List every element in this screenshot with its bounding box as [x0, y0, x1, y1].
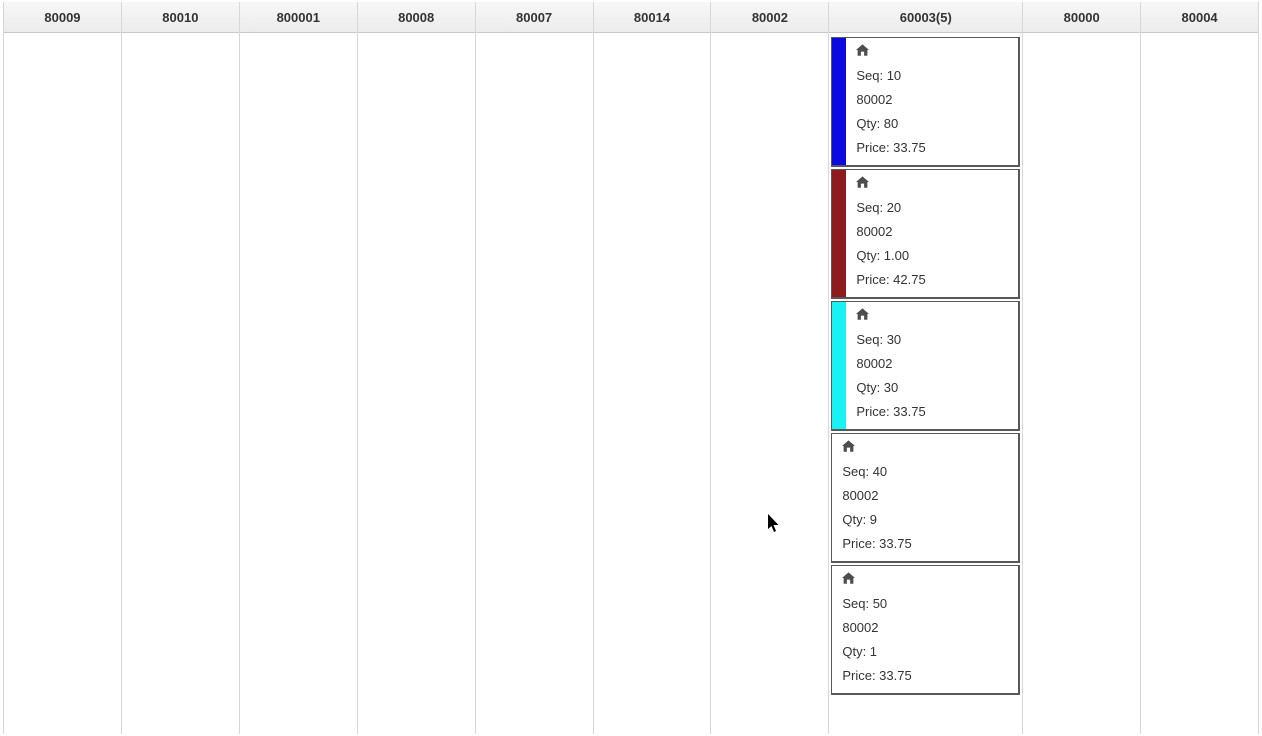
- column-body: [1141, 33, 1258, 734]
- card-content: Seq: 40 80002 Qty: 9 Price: 33.75: [832, 434, 1018, 561]
- card-icon-row: [856, 44, 1008, 60]
- card-icon-row: [856, 308, 1008, 324]
- card-qty: Qty: 9: [842, 512, 1008, 528]
- card-content: Seq: 20 80002 Qty: 1.00 Price: 42.75: [846, 170, 1018, 297]
- card-seq: Seq: 10: [856, 68, 1008, 84]
- card-icon-row: [842, 440, 1008, 456]
- card-price: Price: 33.75: [842, 536, 1008, 552]
- column-header[interactable]: 800001: [240, 2, 357, 33]
- card-price: Price: 33.75: [856, 404, 1008, 420]
- card[interactable]: Seq: 30 80002 Qty: 30 Price: 33.75: [831, 301, 1020, 431]
- column-col3: 80008: [358, 2, 476, 734]
- card-price: Price: 33.75: [856, 140, 1008, 156]
- card-content: Seq: 50 80002 Qty: 1 Price: 33.75: [832, 566, 1018, 693]
- card-seq: Seq: 20: [856, 200, 1008, 216]
- column-body: [358, 33, 475, 734]
- column-col7: 60003(5)Seq: 1080002Qty: 80Price: 33.75S…: [829, 2, 1023, 734]
- card-price: Price: 42.75: [856, 272, 1008, 288]
- card-seq: Seq: 30: [856, 332, 1008, 348]
- column-body: [240, 33, 357, 734]
- card-content: Seq: 10 80002 Qty: 80 Price: 33.75: [846, 38, 1018, 165]
- card-price: Price: 33.75: [842, 668, 1008, 684]
- card-code: 80002: [842, 620, 1008, 636]
- column-col4: 80007: [476, 2, 594, 734]
- card[interactable]: Seq: 20 80002 Qty: 1.00 Price: 42.75: [831, 169, 1020, 299]
- column-body: [594, 33, 711, 734]
- card-color-stripe: [832, 170, 846, 297]
- column-body: [1023, 33, 1140, 734]
- card-code: 80002: [856, 92, 1008, 108]
- column-col0: 80009: [3, 2, 122, 734]
- card-color-stripe: [832, 38, 846, 165]
- column-header[interactable]: 80010: [122, 2, 239, 33]
- column-body: [711, 33, 828, 734]
- column-header[interactable]: 80004: [1141, 2, 1258, 33]
- column-col5: 80014: [594, 2, 712, 734]
- column-header[interactable]: 60003(5): [829, 2, 1022, 33]
- card-code: 80002: [856, 356, 1008, 372]
- home-icon: [842, 440, 855, 454]
- column-header[interactable]: 80000: [1023, 2, 1140, 33]
- card[interactable]: Seq: 50 80002 Qty: 1 Price: 33.75: [831, 565, 1020, 695]
- card-qty: Qty: 80: [856, 116, 1008, 132]
- card-qty: Qty: 1: [842, 644, 1008, 660]
- card-qty: Qty: 1.00: [856, 248, 1008, 264]
- column-header[interactable]: 80007: [476, 2, 593, 33]
- column-header[interactable]: 80014: [594, 2, 711, 33]
- column-body: Seq: 10 80002 Qty: 80 Price: 33.75 Seq: 20 80…: [829, 33, 1022, 734]
- column-body: [476, 33, 593, 734]
- home-icon: [856, 308, 869, 322]
- card[interactable]: Seq: 10 80002 Qty: 80 Price: 33.75: [831, 37, 1020, 167]
- column-body: [122, 33, 239, 734]
- column-col1: 80010: [122, 2, 240, 734]
- card-icon-row: [856, 176, 1008, 192]
- column-col9: 80004: [1141, 2, 1259, 734]
- column-col8: 80000: [1023, 2, 1141, 734]
- card-icon-row: [842, 572, 1008, 588]
- card-content: Seq: 30 80002 Qty: 30 Price: 33.75: [846, 302, 1018, 429]
- card-code: 80002: [856, 224, 1008, 240]
- column-header[interactable]: 80009: [4, 2, 121, 33]
- home-icon: [856, 176, 869, 190]
- home-icon: [842, 572, 855, 586]
- card-seq: Seq: 50: [842, 596, 1008, 612]
- column-col2: 800001: [240, 2, 358, 734]
- card-color-stripe: [832, 302, 846, 429]
- column-header[interactable]: 80002: [711, 2, 828, 33]
- column-header[interactable]: 80008: [358, 2, 475, 33]
- card-qty: Qty: 30: [856, 380, 1008, 396]
- card-code: 80002: [842, 488, 1008, 504]
- column-body: [4, 33, 121, 734]
- card[interactable]: Seq: 40 80002 Qty: 9 Price: 33.75: [831, 433, 1020, 563]
- column-col6: 80002: [711, 2, 829, 734]
- home-icon: [856, 44, 869, 58]
- card-seq: Seq: 40: [842, 464, 1008, 480]
- kanban-grid: 8000980010800001800088000780014800026000…: [0, 0, 1262, 736]
